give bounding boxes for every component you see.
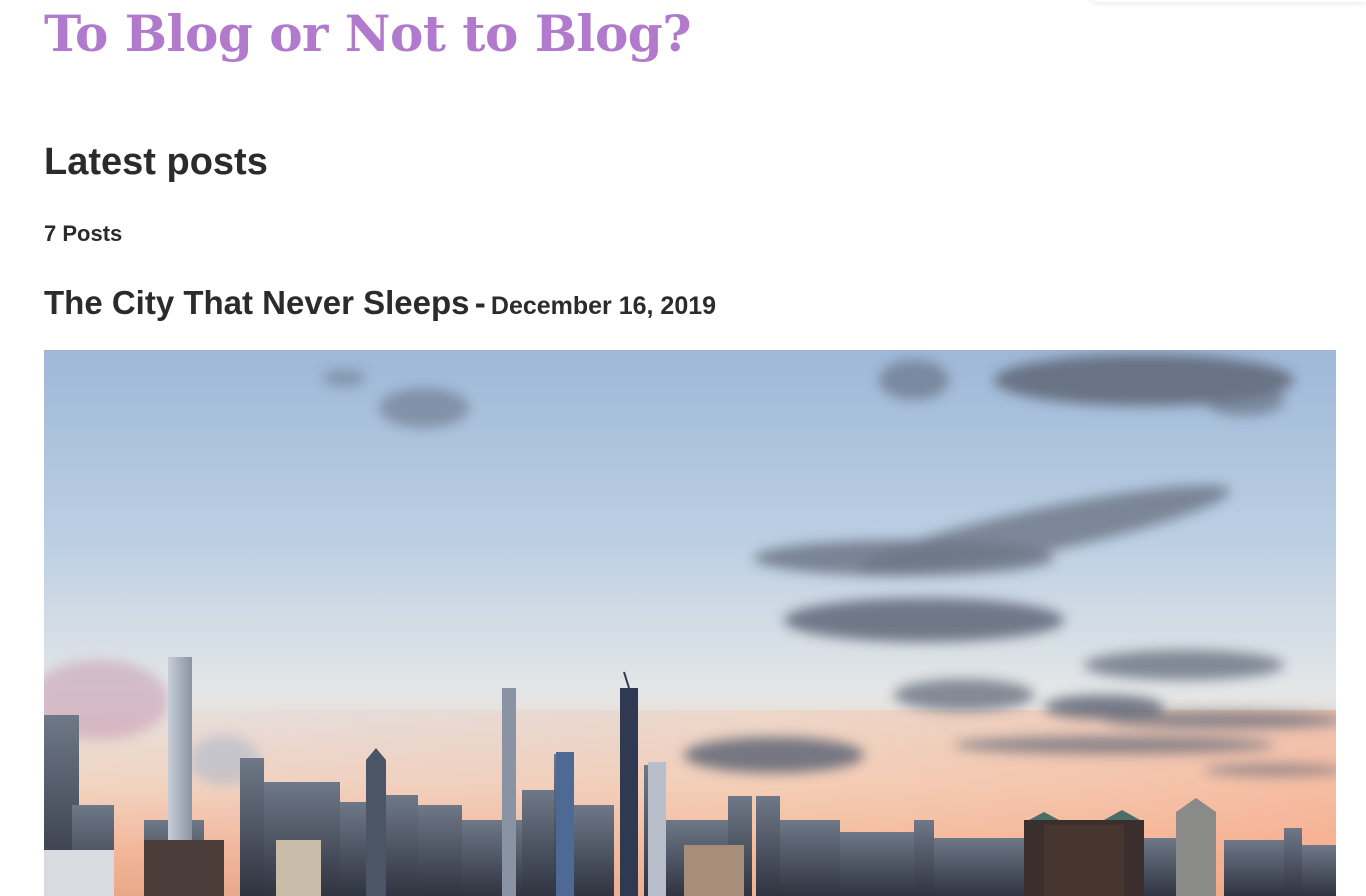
- top-bar-shadow: [1090, 0, 1366, 2]
- post-header: The City That Never Sleeps - December 16…: [44, 282, 716, 329]
- section-heading: Latest posts: [44, 141, 268, 183]
- city-skyline-photo: [44, 350, 1336, 896]
- post-title-link[interactable]: The City That Never Sleeps: [44, 284, 469, 321]
- post-date: December 16, 2019: [490, 292, 717, 320]
- post-count: 7 Posts: [44, 221, 123, 246]
- site-title-link[interactable]: To Blog or Not to Blog?: [44, 2, 692, 66]
- post-title-separator: -: [474, 284, 486, 321]
- post-featured-image[interactable]: [44, 350, 1336, 896]
